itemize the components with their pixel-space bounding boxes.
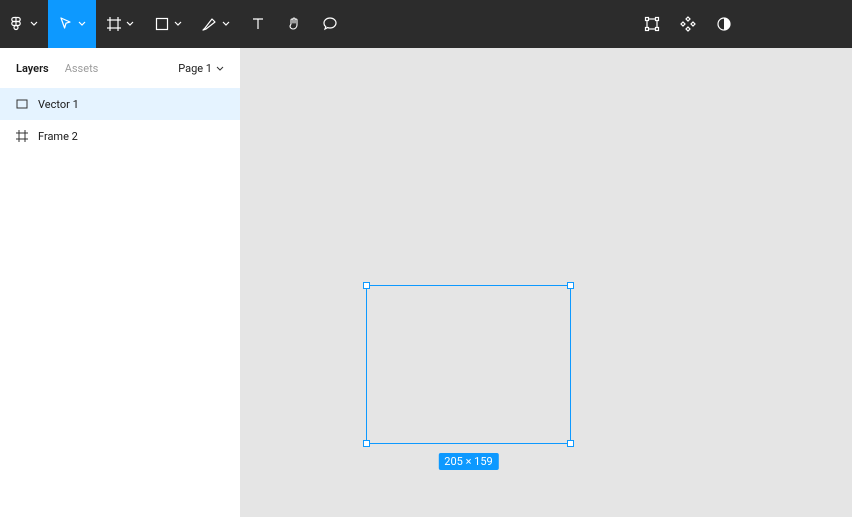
text-tool-button[interactable] [240, 0, 276, 48]
toolbar-right-group [634, 0, 852, 48]
frame-icon [106, 16, 122, 32]
layer-list: Vector 1 Frame 2 [0, 88, 240, 152]
frame-tool-button[interactable] [96, 0, 144, 48]
text-icon [250, 16, 266, 32]
canvas[interactable]: 205 × 159 [240, 48, 852, 517]
hand-tool-button[interactable] [276, 0, 312, 48]
tab-assets[interactable]: Assets [65, 62, 99, 75]
panel-header: Layers Assets Page 1 [0, 48, 240, 88]
chevron-down-icon [30, 21, 38, 27]
top-toolbar [0, 0, 852, 48]
resize-handle-bottom-right[interactable] [567, 440, 574, 447]
page-selector[interactable]: Page 1 [178, 62, 224, 75]
hand-icon [286, 16, 302, 32]
shape-tool-button[interactable] [144, 0, 192, 48]
component-controls-button[interactable] [634, 0, 670, 48]
dimensions-badge: 205 × 159 [438, 453, 498, 470]
layer-name: Vector 1 [38, 98, 79, 111]
chevron-down-icon [174, 21, 182, 27]
resize-handle-top-left[interactable] [363, 282, 370, 289]
panel-tabs: Layers Assets [16, 62, 98, 75]
rectangle-icon [16, 98, 28, 110]
toolbar-left-group [0, 0, 348, 48]
chevron-down-icon [78, 21, 86, 27]
layer-item[interactable]: Vector 1 [0, 88, 240, 120]
comment-tool-button[interactable] [312, 0, 348, 48]
chevron-down-icon [222, 21, 230, 27]
resize-handle-top-right[interactable] [567, 282, 574, 289]
left-panel: Layers Assets Page 1 Vector 1 Frame 2 [0, 48, 240, 517]
mask-button[interactable] [706, 0, 742, 48]
selection-rectangle[interactable]: 205 × 159 [366, 285, 571, 444]
components-button[interactable] [670, 0, 706, 48]
page-label: Page 1 [178, 62, 212, 75]
pen-tool-button[interactable] [192, 0, 240, 48]
resize-handle-bottom-left[interactable] [363, 440, 370, 447]
chevron-down-icon [126, 21, 134, 27]
move-tool-button[interactable] [48, 0, 96, 48]
layer-item[interactable]: Frame 2 [0, 120, 240, 152]
main-menu-button[interactable] [0, 0, 48, 48]
diamond-grid-icon [680, 16, 696, 32]
bounding-box-icon [644, 16, 660, 32]
figma-logo-icon [10, 16, 26, 32]
layer-name: Frame 2 [38, 130, 78, 143]
pen-icon [202, 16, 218, 32]
chevron-down-icon [216, 62, 224, 75]
tab-layers[interactable]: Layers [16, 62, 49, 75]
half-circle-icon [716, 16, 732, 32]
frame-icon [16, 130, 28, 142]
cursor-icon [58, 16, 74, 32]
comment-icon [322, 16, 338, 32]
rectangle-icon [154, 16, 170, 32]
